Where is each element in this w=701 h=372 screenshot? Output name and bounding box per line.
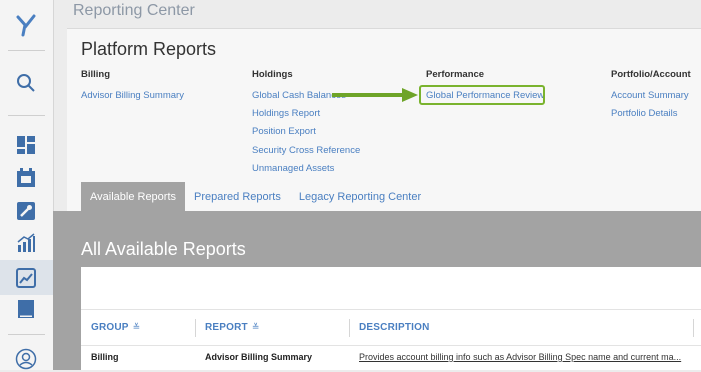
platform-reports-panel: Platform Reports Billing Advisor Billing… <box>67 28 701 212</box>
search-icon[interactable] <box>13 70 39 96</box>
tab-available-reports[interactable]: Available Reports <box>81 182 186 212</box>
platform-reports-title: Platform Reports <box>81 39 217 59</box>
column-label: GROUP <box>91 322 129 333</box>
available-reports-title: All Available Reports <box>81 239 246 259</box>
book-icon[interactable] <box>13 296 39 322</box>
tab-prepared-reports[interactable]: Prepared Reports <box>185 182 290 212</box>
report-tabs: Available Reports Prepared Reports Legac… <box>81 182 430 212</box>
portfolio-account-column: Portfolio/Account Account Summary Portfo… <box>611 69 691 126</box>
sort-icon[interactable]: ≚ <box>133 322 141 332</box>
table-row[interactable]: Billing Advisor Billing Summary Provides… <box>81 345 701 370</box>
billing-column: Billing Advisor Billing Summary <box>81 69 184 108</box>
table-header: GROUP ≚ REPORT ≚ DESCRIPTION <box>81 309 701 346</box>
report-link[interactable]: Advisor Billing Summary <box>81 90 184 101</box>
row-group: Billing <box>91 352 119 362</box>
analytics-icon[interactable] <box>13 230 39 256</box>
group-column-header[interactable]: GROUP ≚ <box>91 310 140 345</box>
description-column-header[interactable]: DESCRIPTION <box>359 310 430 345</box>
column-label: REPORT <box>205 322 248 333</box>
sort-icon[interactable]: ≚ <box>252 322 260 332</box>
user-profile-icon[interactable] <box>13 346 39 372</box>
row-description-link[interactable]: Provides account billing info such as Ad… <box>359 352 681 362</box>
column-divider <box>693 319 694 337</box>
report-link[interactable]: Position Export <box>252 126 360 137</box>
app-title: Reporting Center <box>73 2 195 19</box>
column-label: DESCRIPTION <box>359 322 430 333</box>
report-link[interactable]: Account Summary <box>611 90 691 101</box>
available-reports-section: All Available Reports GROUP ≚ REPORT ≚ DES… <box>53 211 701 370</box>
calendar-icon[interactable] <box>13 165 39 191</box>
column-divider <box>349 319 350 337</box>
row-report: Advisor Billing Summary <box>205 352 313 362</box>
highlight-box <box>419 85 545 105</box>
holdings-column: Holdings Global Cash Balances Holdings R… <box>252 69 360 181</box>
report-link[interactable]: Security Cross Reference <box>252 145 360 156</box>
column-heading: Portfolio/Account <box>611 69 691 80</box>
dashboard-icon[interactable] <box>13 132 39 158</box>
report-link[interactable]: Unmanaged Assets <box>252 163 360 174</box>
tab-legacy-reporting-center[interactable]: Legacy Reporting Center <box>290 182 430 212</box>
reports-table: GROUP ≚ REPORT ≚ DESCRIPTION Billing Advis… <box>81 267 701 370</box>
nav-divider <box>8 50 45 51</box>
nav-divider <box>8 334 45 335</box>
report-link[interactable]: Holdings Report <box>252 108 360 119</box>
column-heading: Billing <box>81 69 111 80</box>
left-nav <box>0 0 54 370</box>
nav-divider <box>8 115 45 116</box>
report-link[interactable]: Portfolio Details <box>611 108 691 119</box>
reports-icon[interactable] <box>13 265 39 291</box>
arrow-icon <box>332 88 418 102</box>
tools-icon[interactable] <box>13 198 39 224</box>
report-column-header[interactable]: REPORT ≚ <box>205 310 260 345</box>
logo-icon[interactable] <box>13 12 39 38</box>
column-heading: Holdings <box>252 69 293 80</box>
column-heading: Performance <box>426 69 485 80</box>
column-divider <box>195 319 196 337</box>
